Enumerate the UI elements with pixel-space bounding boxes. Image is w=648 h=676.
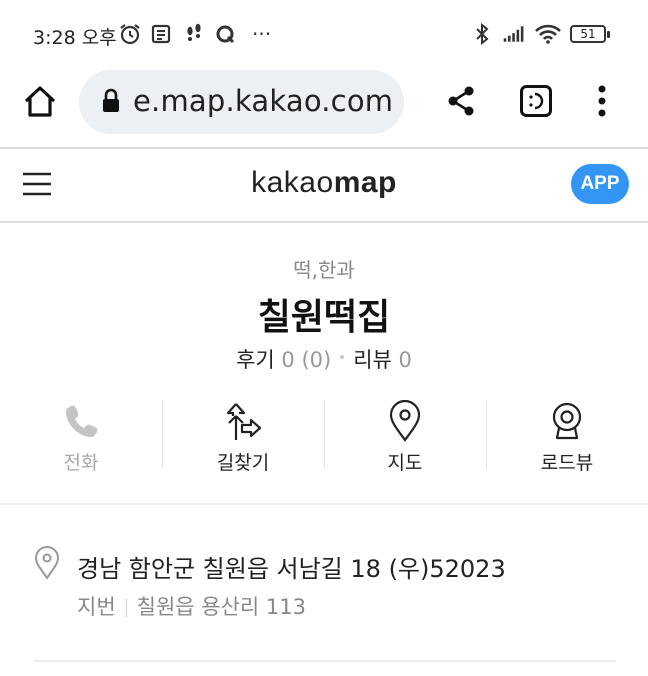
tab-switcher-icon[interactable] (519, 84, 553, 118)
notification-icons: ··· (118, 21, 271, 47)
separator-dot (340, 355, 345, 359)
directions-button[interactable]: 길찾기 (162, 396, 324, 476)
battery-indicator: 51 (570, 25, 610, 43)
map-button[interactable]: 지도 (324, 396, 486, 476)
q-app-icon (216, 25, 235, 44)
review-label: 후기 (236, 348, 275, 372)
place-name: 칠원떡집 (257, 297, 391, 338)
place-category: 떡,한과 (293, 258, 355, 282)
alarm-icon (120, 24, 140, 45)
blog-review-count: 0 (398, 348, 412, 372)
address-bar[interactable]: e.map.kakao.com (79, 70, 404, 134)
map-pin-icon (389, 400, 421, 442)
logo-map: map (333, 166, 397, 199)
more-notifications-indicator: ··· (252, 22, 272, 46)
roadview-button[interactable]: 로드뷰 (486, 396, 648, 476)
call-label: 전화 (63, 452, 99, 474)
url-text[interactable]: e.map.kakao.com (133, 84, 393, 118)
review-link[interactable]: 후기 0 (0) (236, 348, 331, 372)
directions-icon (226, 403, 262, 440)
directions-label: 길찾기 (216, 452, 270, 474)
home-icon[interactable] (20, 82, 60, 122)
site-header: kakaomap APP (0, 149, 648, 221)
wifi-icon (535, 24, 561, 44)
divider (0, 221, 648, 223)
call-button[interactable]: 전화 (0, 396, 162, 476)
review-count: 0 (0) (281, 348, 332, 372)
bluetooth-icon (476, 22, 489, 46)
map-label: 지도 (387, 452, 423, 474)
signal-icon (503, 26, 524, 42)
open-app-button[interactable]: APP (571, 164, 629, 204)
blog-review-link[interactable]: 리뷰 0 (353, 348, 412, 372)
browser-toolbar: e.map.kakao.com (0, 70, 648, 148)
lock-icon (103, 88, 119, 112)
system-icons: 51 (470, 21, 610, 47)
action-row: 전화 길찾기 지도 로드뷰 (0, 396, 648, 476)
logo-kakao: kakao (251, 166, 334, 199)
battery-tip (607, 30, 610, 38)
kakaomap-logo[interactable]: kakaomap (0, 166, 648, 200)
divider (0, 503, 648, 505)
roadview-icon (552, 402, 582, 440)
more-vertical-icon[interactable] (588, 82, 616, 120)
divider (33, 660, 616, 662)
status-time: 3:28 오후 (33, 27, 117, 49)
share-icon[interactable] (444, 84, 478, 118)
status-bar: 3:28 오후 ··· 51 (0, 0, 648, 70)
footprints-icon (187, 23, 201, 41)
lot-address-row: 지번 칠원읍 용산리 113 (77, 591, 306, 621)
news-icon (151, 24, 171, 44)
lot-address-label: 지번 (77, 595, 116, 619)
place-stats: 후기 0 (0) 리뷰 0 (0, 344, 648, 374)
phone-icon (66, 405, 98, 437)
blog-review-label: 리뷰 (353, 348, 392, 372)
battery-level: 51 (570, 25, 606, 43)
lot-address: 칠원읍 용산리 113 (136, 595, 306, 619)
location-pin-icon (34, 546, 60, 580)
separator (125, 599, 127, 617)
roadview-label: 로드뷰 (540, 452, 594, 474)
road-address[interactable]: 경남 함안군 칠원읍 서남길 18 (우)52023 (77, 549, 506, 584)
